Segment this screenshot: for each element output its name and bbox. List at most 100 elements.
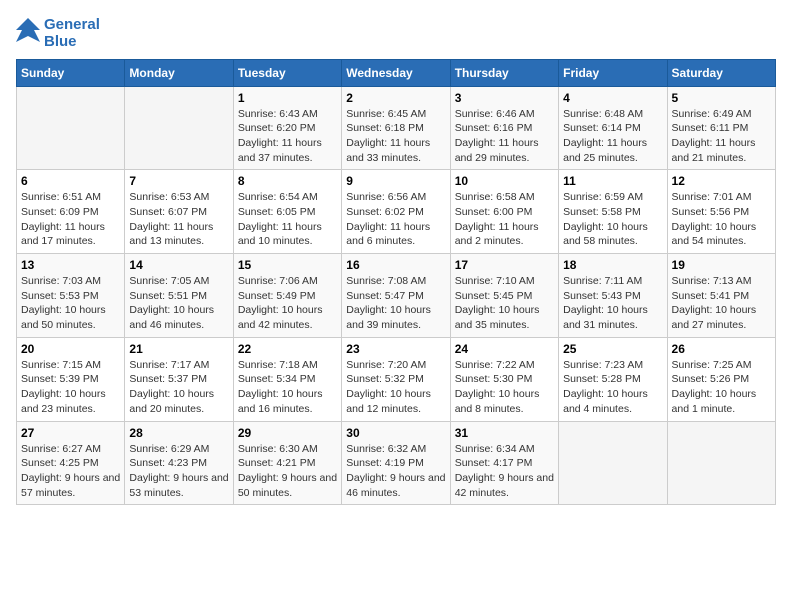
day-number: 5	[672, 91, 771, 105]
calendar-cell	[17, 86, 125, 170]
calendar-cell: 24 Sunrise: 7:22 AMSunset: 5:30 PMDayligh…	[450, 337, 558, 421]
calendar-cell: 29 Sunrise: 6:30 AMSunset: 4:21 PMDayligh…	[233, 421, 341, 505]
calendar-cell: 1Sunrise: 6:43 AMSunset: 6:20 PMDaylight…	[233, 86, 341, 170]
day-info: Sunrise: 7:06 AMSunset: 5:49 PMDaylight:…	[238, 274, 337, 333]
day-number: 22	[238, 342, 337, 356]
day-number: 7	[129, 174, 228, 188]
calendar-cell: 11Sunrise: 6:59 AMSunset: 5:58 PMDayligh…	[559, 170, 667, 254]
calendar-cell: 6 Sunrise: 6:51 AMSunset: 6:09 PMDaylight…	[17, 170, 125, 254]
calendar-cell: 20 Sunrise: 7:15 AMSunset: 5:39 PMDayligh…	[17, 337, 125, 421]
logo-general: General	[44, 16, 100, 33]
day-number: 24	[455, 342, 554, 356]
calendar-table: SundayMondayTuesdayWednesdayThursdayFrid…	[16, 59, 776, 506]
day-info: Sunrise: 6:32 AMSunset: 4:19 PMDaylight:…	[346, 442, 445, 501]
calendar-week-2: 6 Sunrise: 6:51 AMSunset: 6:09 PMDaylight…	[17, 170, 776, 254]
day-info: Sunrise: 7:25 AMSunset: 5:26 PMDaylight:…	[672, 358, 771, 417]
day-info: Sunrise: 7:17 AMSunset: 5:37 PMDaylight:…	[129, 358, 228, 417]
day-number: 28	[129, 426, 228, 440]
col-header-monday: Monday	[125, 59, 233, 86]
calendar-cell: 10 Sunrise: 6:58 AMSunset: 6:00 PMDayligh…	[450, 170, 558, 254]
calendar-cell: 25 Sunrise: 7:23 AMSunset: 5:28 PMDayligh…	[559, 337, 667, 421]
day-number: 20	[21, 342, 120, 356]
day-number: 13	[21, 258, 120, 272]
day-number: 2	[346, 91, 445, 105]
day-info: Sunrise: 7:03 AMSunset: 5:53 PMDaylight:…	[21, 274, 120, 333]
day-info: Sunrise: 7:05 AMSunset: 5:51 PMDaylight:…	[129, 274, 228, 333]
col-header-friday: Friday	[559, 59, 667, 86]
day-info: Sunrise: 6:45 AMSunset: 6:18 PMDaylight:…	[346, 107, 445, 166]
calendar-cell	[125, 86, 233, 170]
day-number: 9	[346, 174, 445, 188]
day-info: Sunrise: 7:22 AMSunset: 5:30 PMDaylight:…	[455, 358, 554, 417]
calendar-cell: 2 Sunrise: 6:45 AMSunset: 6:18 PMDaylight…	[342, 86, 450, 170]
day-number: 17	[455, 258, 554, 272]
col-header-tuesday: Tuesday	[233, 59, 341, 86]
calendar-cell: 23 Sunrise: 7:20 AMSunset: 5:32 PMDayligh…	[342, 337, 450, 421]
calendar-cell	[667, 421, 775, 505]
day-number: 23	[346, 342, 445, 356]
header: General Blue	[16, 16, 776, 51]
day-number: 30	[346, 426, 445, 440]
day-number: 8	[238, 174, 337, 188]
calendar-header-row: SundayMondayTuesdayWednesdayThursdayFrid…	[17, 59, 776, 86]
day-number: 14	[129, 258, 228, 272]
day-number: 6	[21, 174, 120, 188]
day-number: 10	[455, 174, 554, 188]
day-number: 27	[21, 426, 120, 440]
day-info: Sunrise: 7:18 AMSunset: 5:34 PMDaylight:…	[238, 358, 337, 417]
calendar-cell: 21Sunrise: 7:17 AMSunset: 5:37 PMDayligh…	[125, 337, 233, 421]
day-number: 16	[346, 258, 445, 272]
calendar-week-4: 20 Sunrise: 7:15 AMSunset: 5:39 PMDayligh…	[17, 337, 776, 421]
calendar-week-3: 13 Sunrise: 7:03 AMSunset: 5:53 PMDayligh…	[17, 254, 776, 338]
calendar-week-5: 27 Sunrise: 6:27 AMSunset: 4:25 PMDayligh…	[17, 421, 776, 505]
day-info: Sunrise: 6:53 AMSunset: 6:07 PMDaylight:…	[129, 190, 228, 249]
calendar-cell: 18 Sunrise: 7:11 AMSunset: 5:43 PMDayligh…	[559, 254, 667, 338]
day-number: 29	[238, 426, 337, 440]
day-info: Sunrise: 6:27 AMSunset: 4:25 PMDaylight:…	[21, 442, 120, 501]
calendar-cell: 5 Sunrise: 6:49 AMSunset: 6:11 PMDaylight…	[667, 86, 775, 170]
calendar-cell: 9Sunrise: 6:56 AMSunset: 6:02 PMDaylight…	[342, 170, 450, 254]
calendar-cell: 26 Sunrise: 7:25 AMSunset: 5:26 PMDayligh…	[667, 337, 775, 421]
day-info: Sunrise: 6:54 AMSunset: 6:05 PMDaylight:…	[238, 190, 337, 249]
day-number: 18	[563, 258, 662, 272]
day-number: 1	[238, 91, 337, 105]
calendar-cell: 13 Sunrise: 7:03 AMSunset: 5:53 PMDayligh…	[17, 254, 125, 338]
day-info: Sunrise: 7:11 AMSunset: 5:43 PMDaylight:…	[563, 274, 662, 333]
day-number: 12	[672, 174, 771, 188]
day-info: Sunrise: 6:34 AMSunset: 4:17 PMDaylight:…	[455, 442, 554, 501]
day-info: Sunrise: 6:59 AMSunset: 5:58 PMDaylight:…	[563, 190, 662, 249]
logo-bird-icon	[16, 18, 40, 48]
col-header-thursday: Thursday	[450, 59, 558, 86]
logo-blue: Blue	[44, 33, 100, 50]
calendar-cell: 12Sunrise: 7:01 AMSunset: 5:56 PMDayligh…	[667, 170, 775, 254]
calendar-cell: 14 Sunrise: 7:05 AMSunset: 5:51 PMDayligh…	[125, 254, 233, 338]
day-number: 19	[672, 258, 771, 272]
logo-svg-container: General Blue	[16, 16, 100, 51]
calendar-cell: 31Sunrise: 6:34 AMSunset: 4:17 PMDayligh…	[450, 421, 558, 505]
day-number: 3	[455, 91, 554, 105]
calendar-week-1: 1Sunrise: 6:43 AMSunset: 6:20 PMDaylight…	[17, 86, 776, 170]
day-info: Sunrise: 7:08 AMSunset: 5:47 PMDaylight:…	[346, 274, 445, 333]
calendar-cell: 30 Sunrise: 6:32 AMSunset: 4:19 PMDayligh…	[342, 421, 450, 505]
day-info: Sunrise: 7:13 AMSunset: 5:41 PMDaylight:…	[672, 274, 771, 333]
day-number: 26	[672, 342, 771, 356]
day-info: Sunrise: 6:51 AMSunset: 6:09 PMDaylight:…	[21, 190, 120, 249]
calendar-cell: 7 Sunrise: 6:53 AMSunset: 6:07 PMDaylight…	[125, 170, 233, 254]
day-info: Sunrise: 7:20 AMSunset: 5:32 PMDaylight:…	[346, 358, 445, 417]
day-info: Sunrise: 6:58 AMSunset: 6:00 PMDaylight:…	[455, 190, 554, 249]
calendar-cell: 27 Sunrise: 6:27 AMSunset: 4:25 PMDayligh…	[17, 421, 125, 505]
day-info: Sunrise: 7:15 AMSunset: 5:39 PMDaylight:…	[21, 358, 120, 417]
day-number: 15	[238, 258, 337, 272]
day-info: Sunrise: 7:10 AMSunset: 5:45 PMDaylight:…	[455, 274, 554, 333]
calendar-cell	[559, 421, 667, 505]
day-info: Sunrise: 6:29 AMSunset: 4:23 PMDaylight:…	[129, 442, 228, 501]
calendar-cell: 15 Sunrise: 7:06 AMSunset: 5:49 PMDayligh…	[233, 254, 341, 338]
calendar-cell: 3Sunrise: 6:46 AMSunset: 6:16 PMDaylight…	[450, 86, 558, 170]
col-header-saturday: Saturday	[667, 59, 775, 86]
day-info: Sunrise: 6:30 AMSunset: 4:21 PMDaylight:…	[238, 442, 337, 501]
day-info: Sunrise: 6:49 AMSunset: 6:11 PMDaylight:…	[672, 107, 771, 166]
day-number: 25	[563, 342, 662, 356]
calendar-cell: 28 Sunrise: 6:29 AMSunset: 4:23 PMDayligh…	[125, 421, 233, 505]
col-header-wednesday: Wednesday	[342, 59, 450, 86]
day-info: Sunrise: 7:23 AMSunset: 5:28 PMDaylight:…	[563, 358, 662, 417]
